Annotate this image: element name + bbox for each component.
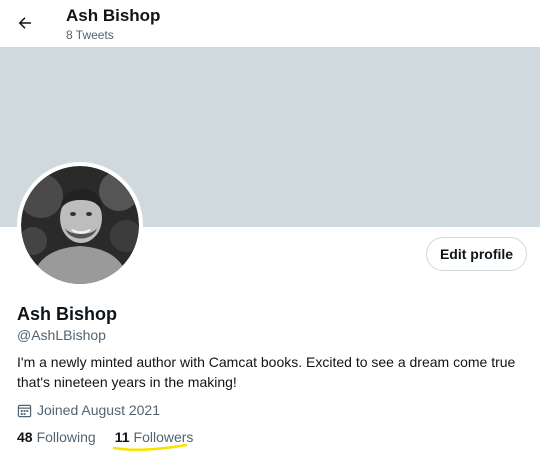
tweets-count: 8 Tweets xyxy=(66,28,114,42)
arrow-left-icon xyxy=(18,17,31,29)
header-title: Ash Bishop xyxy=(66,6,161,25)
following-link[interactable]: 48 Following xyxy=(17,429,96,445)
profile-header: Ash Bishop 8 Tweets xyxy=(0,0,540,46)
avatar[interactable] xyxy=(17,162,143,288)
following-label: Following xyxy=(36,429,96,445)
following-count: 48 xyxy=(17,429,33,445)
edit-profile-button[interactable]: Edit profile xyxy=(426,237,527,271)
joined-date: Joined August 2021 xyxy=(17,401,160,419)
calendar-icon xyxy=(17,402,33,418)
back-button[interactable] xyxy=(12,10,38,36)
highlight-underline xyxy=(112,443,188,451)
display-name: Ash Bishop xyxy=(17,304,118,324)
joined-text: Joined August 2021 xyxy=(37,402,160,418)
user-handle: @AshLBishop xyxy=(17,327,106,343)
profile-bio: I'm a newly minted author with Camcat bo… xyxy=(17,354,516,390)
